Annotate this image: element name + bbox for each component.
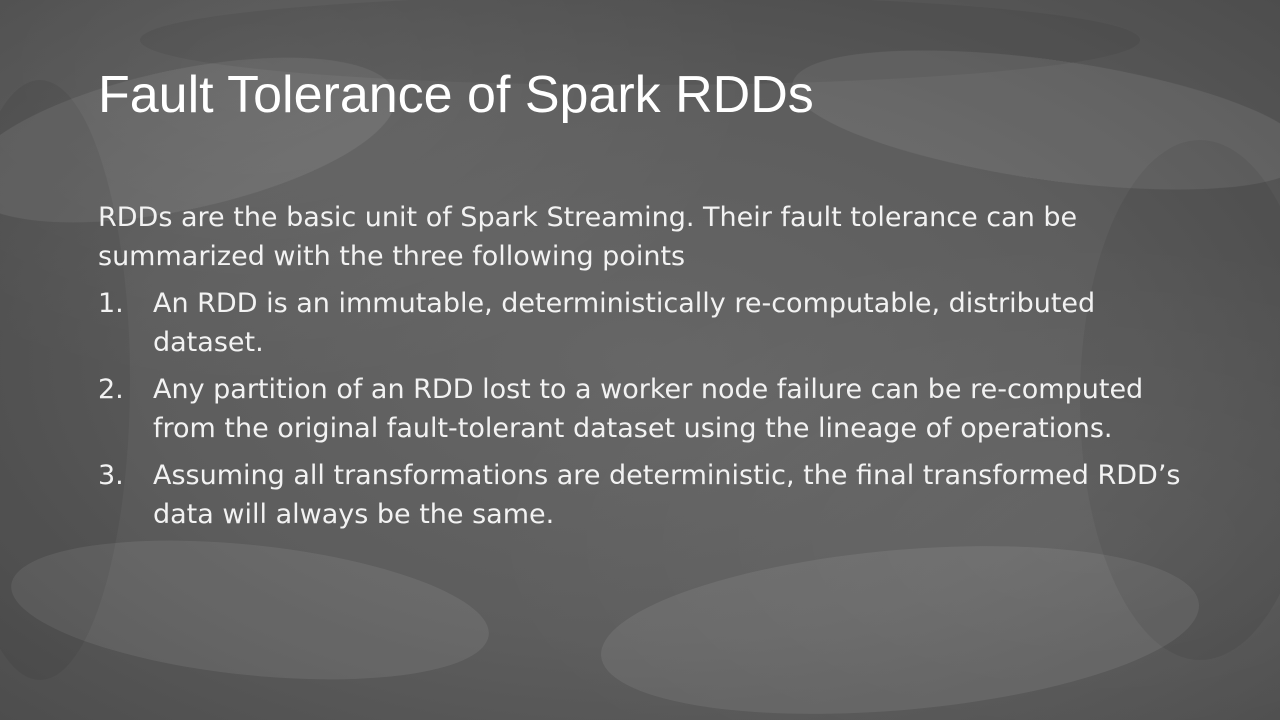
points-list: 1. An RDD is an immutable, deterministic… (98, 284, 1198, 534)
list-item-text: Any partition of an RDD lost to a worker… (153, 374, 1144, 444)
list-item: 1. An RDD is an immutable, deterministic… (98, 284, 1198, 362)
list-item-text: Assuming all transformations are determi… (153, 460, 1181, 530)
list-item-text: An RDD is an immutable, deterministicall… (153, 288, 1096, 358)
list-item-number: 3. (98, 460, 124, 491)
list-item: 3. Assuming all transformations are dete… (98, 456, 1198, 534)
intro-paragraph: RDDs are the basic unit of Spark Streami… (98, 202, 1078, 272)
list-item-number: 2. (98, 374, 124, 405)
slide: Fault Tolerance of Spark RDDs RDDs are t… (0, 0, 1280, 720)
list-item: 2. Any partition of an RDD lost to a wor… (98, 370, 1198, 448)
slide-body: RDDs are the basic unit of Spark Streami… (98, 198, 1198, 542)
list-item-number: 1. (98, 288, 124, 319)
slide-title: Fault Tolerance of Spark RDDs (98, 66, 814, 124)
